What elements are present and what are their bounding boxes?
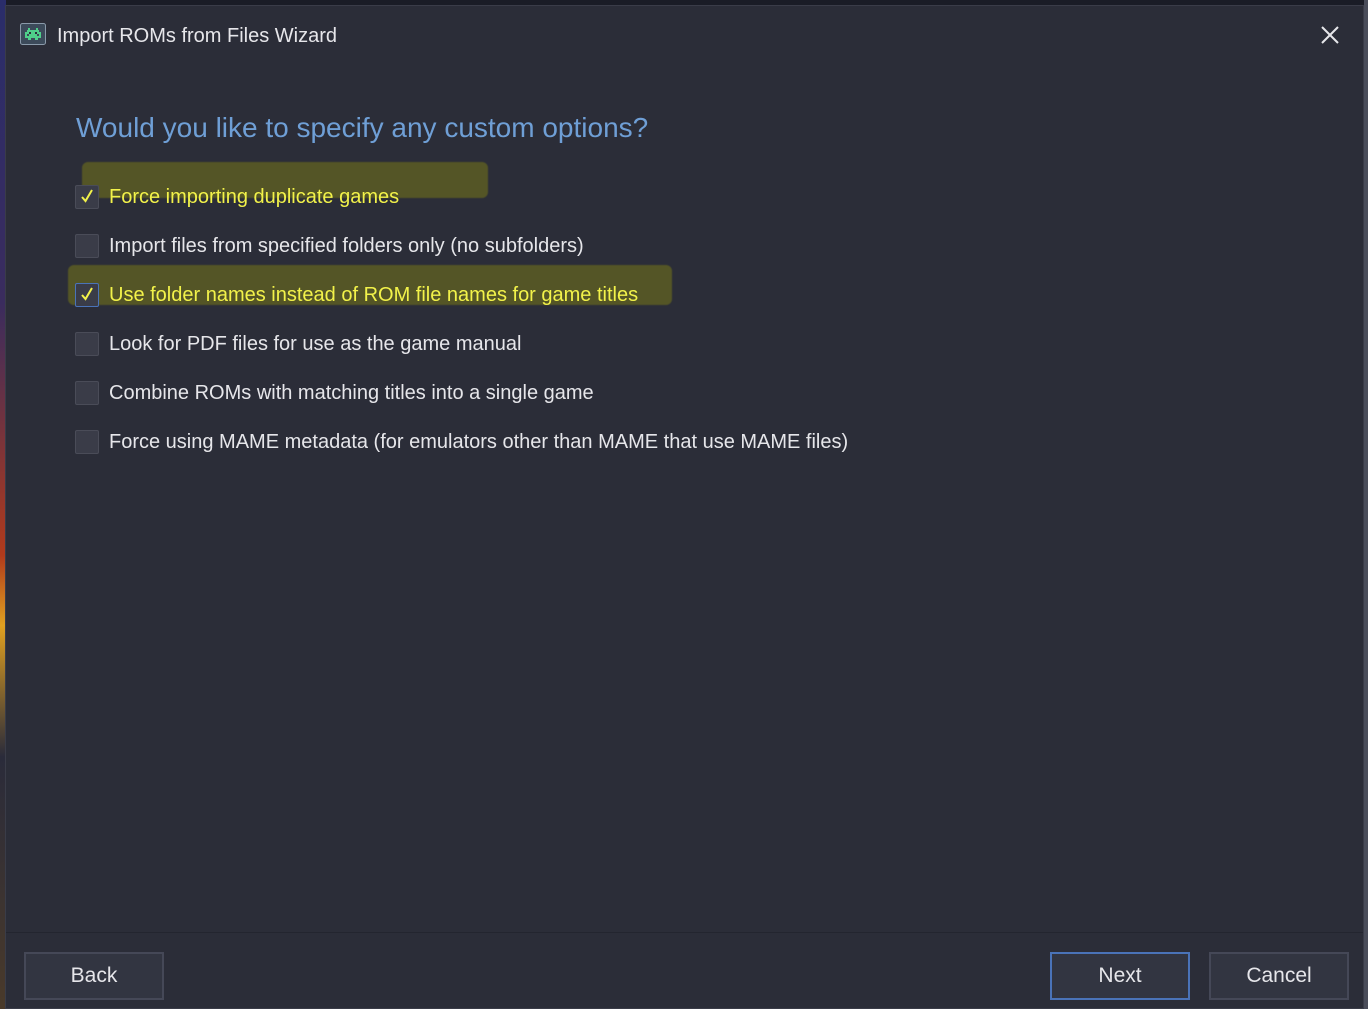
- footer-divider: [6, 932, 1363, 933]
- option-checkbox[interactable]: [75, 234, 99, 258]
- option-use-folder-names[interactable]: Use folder names instead of ROM file nam…: [75, 280, 638, 310]
- option-label: Import files from specified folders only…: [109, 234, 584, 257]
- option-label: Combine ROMs with matching titles into a…: [109, 381, 594, 404]
- option-checkbox[interactable]: [75, 185, 99, 209]
- option-checkbox[interactable]: [75, 381, 99, 405]
- option-look-for-pdf[interactable]: Look for PDF files for use as the game m…: [75, 329, 521, 359]
- option-import-specified-folders-only[interactable]: Import files from specified folders only…: [75, 231, 584, 261]
- wizard-dialog: Import ROMs from Files Wizard Would you …: [5, 5, 1364, 1009]
- checkmark-icon: [81, 287, 93, 301]
- cancel-button[interactable]: Cancel: [1209, 952, 1349, 1000]
- page-heading: Would you like to specify any custom opt…: [76, 112, 649, 143]
- title-bar: Import ROMs from Files Wizard: [6, 6, 1363, 64]
- option-label: Force importing duplicate games: [109, 185, 400, 208]
- space-invader-icon: [20, 23, 46, 45]
- option-combine-roms[interactable]: Combine ROMs with matching titles into a…: [75, 378, 594, 408]
- checkmark-icon: [81, 189, 93, 203]
- option-label: Use folder names instead of ROM file nam…: [109, 283, 639, 306]
- close-icon[interactable]: [1315, 20, 1345, 50]
- option-label: Look for PDF files for use as the game m…: [109, 332, 522, 355]
- background-strip-right: [1364, 0, 1368, 1009]
- back-button[interactable]: Back: [24, 952, 164, 1000]
- option-checkbox[interactable]: [75, 430, 99, 454]
- option-label: Force using MAME metadata (for emulators…: [109, 430, 849, 453]
- option-checkbox[interactable]: [75, 332, 99, 356]
- option-force-mame-metadata[interactable]: Force using MAME metadata (for emulators…: [75, 427, 848, 457]
- option-checkbox[interactable]: [75, 283, 99, 307]
- next-button[interactable]: Next: [1050, 952, 1190, 1000]
- window-title: Import ROMs from Files Wizard: [57, 25, 338, 47]
- option-force-import-duplicates[interactable]: Force importing duplicate games: [75, 182, 399, 212]
